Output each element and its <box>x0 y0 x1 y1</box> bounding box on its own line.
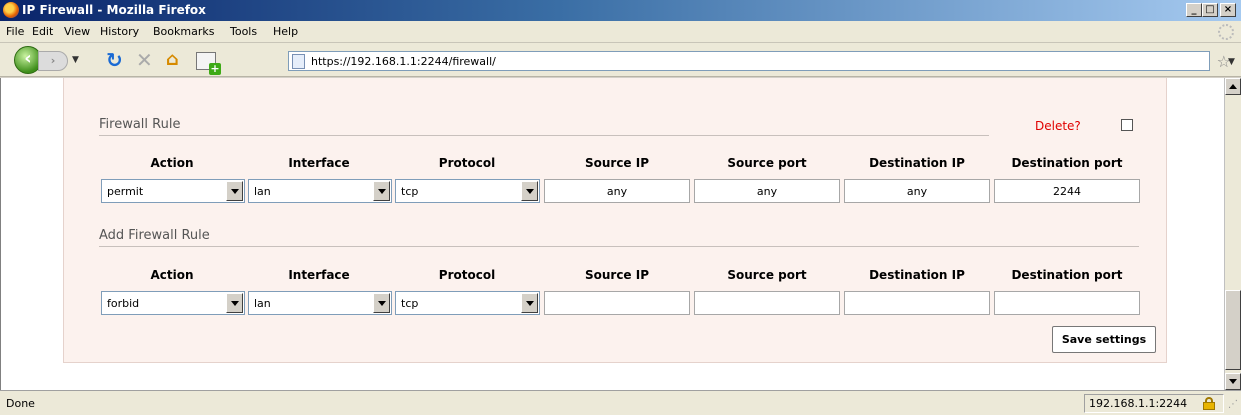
header-destination-ip: Destination IP <box>869 268 965 282</box>
reload-icon[interactable]: ↻ <box>106 50 123 70</box>
header-interface: Interface <box>288 156 350 170</box>
header-source-ip: Source IP <box>584 268 650 282</box>
header-destination-port: Destination port <box>1011 268 1123 282</box>
chevron-down-icon[interactable] <box>226 293 243 313</box>
chevron-down-icon[interactable] <box>521 181 538 201</box>
source-port-field[interactable] <box>694 179 840 203</box>
protocol-value: tcp <box>401 185 419 198</box>
action-value: permit <box>107 185 144 198</box>
menu-view[interactable]: View <box>64 25 90 38</box>
header-source-port: Source port <box>727 268 807 282</box>
security-panel: 192.168.1.1:2244 <box>1084 394 1224 413</box>
action-select[interactable]: permit <box>101 179 245 203</box>
history-dropdown-icon[interactable]: ▼ <box>72 55 79 65</box>
menu-edit[interactable]: Edit <box>32 25 53 38</box>
interface-value: lan <box>254 185 271 198</box>
new-tab-icon[interactable]: + <box>196 52 221 75</box>
add-destination-ip-field[interactable] <box>844 291 990 315</box>
lock-icon[interactable] <box>1203 397 1215 410</box>
header-action: Action <box>150 268 194 282</box>
address-bar[interactable]: ☆ <box>288 51 1231 71</box>
maximize-button[interactable]: □ <box>1202 3 1218 17</box>
stop-icon[interactable]: ✕ <box>136 50 153 70</box>
scroll-thumb[interactable] <box>1225 290 1241 370</box>
save-settings-button[interactable]: Save settings <box>1052 326 1156 353</box>
header-action: Action <box>150 156 194 170</box>
header-protocol: Protocol <box>438 268 496 282</box>
firefox-icon <box>3 2 19 18</box>
firewall-rule-title: Firewall Rule <box>99 117 181 132</box>
menu-file[interactable]: File <box>6 25 24 38</box>
add-source-port-field[interactable] <box>694 291 840 315</box>
url-input[interactable] <box>311 54 1191 69</box>
header-destination-ip: Destination IP <box>869 156 965 170</box>
minimize-button[interactable]: _ <box>1186 3 1202 17</box>
throbber-icon <box>1218 24 1234 40</box>
section-divider <box>99 135 989 136</box>
chevron-down-icon[interactable] <box>373 293 390 313</box>
page-icon <box>292 54 305 69</box>
scroll-down-icon[interactable] <box>1225 373 1241 390</box>
status-host: 192.168.1.1:2244 <box>1089 397 1188 410</box>
source-ip-field[interactable] <box>544 179 690 203</box>
add-destination-port-field[interactable] <box>994 291 1140 315</box>
destination-port-field[interactable] <box>994 179 1140 203</box>
delete-label: Delete? <box>1035 119 1081 133</box>
section-divider <box>99 246 1139 247</box>
header-source-ip: Source IP <box>584 156 650 170</box>
chevron-down-icon[interactable] <box>226 181 243 201</box>
close-button[interactable]: × <box>1220 3 1236 17</box>
vertical-scrollbar[interactable] <box>1224 78 1241 390</box>
header-source-port: Source port <box>727 156 807 170</box>
add-protocol-select[interactable]: tcp <box>395 291 540 315</box>
scroll-up-icon[interactable] <box>1225 78 1241 95</box>
chevron-down-icon[interactable] <box>521 293 538 313</box>
forward-button[interactable]: › <box>38 51 68 71</box>
add-firewall-rule-title: Add Firewall Rule <box>99 228 210 243</box>
title-bar: IP Firewall - Mozilla Firefox _ □ × <box>0 0 1241 21</box>
add-interface-select[interactable]: lan <box>248 291 392 315</box>
firewall-panel <box>63 78 1167 363</box>
status-bar: Done 192.168.1.1:2244 ⋰ <box>0 390 1241 415</box>
navigation-toolbar: ‹ › ▼ ↻ ✕ ⌂ + ☆ ▼ <box>0 43 1241 77</box>
protocol-select[interactable]: tcp <box>395 179 540 203</box>
status-text: Done <box>6 397 35 410</box>
page-viewport: Firewall Rule Delete? Action Interface P… <box>0 78 1224 390</box>
add-interface-value: lan <box>254 297 271 310</box>
resize-grip-icon[interactable]: ⋰ <box>1228 399 1238 410</box>
window-title: IP Firewall - Mozilla Firefox <box>22 3 206 17</box>
add-protocol-value: tcp <box>401 297 419 310</box>
menu-help[interactable]: Help <box>273 25 298 38</box>
interface-select[interactable]: lan <box>248 179 392 203</box>
menu-tools[interactable]: Tools <box>230 25 257 38</box>
header-destination-port: Destination port <box>1011 156 1123 170</box>
menu-bar: File Edit View History Bookmarks Tools H… <box>0 21 1241 43</box>
add-action-value: forbid <box>107 297 140 310</box>
url-dropdown-icon[interactable]: ▼ <box>1228 57 1235 67</box>
delete-checkbox[interactable] <box>1121 119 1133 131</box>
menu-history[interactable]: History <box>100 25 139 38</box>
menu-bookmarks[interactable]: Bookmarks <box>153 25 214 38</box>
add-source-ip-field[interactable] <box>544 291 690 315</box>
header-protocol: Protocol <box>438 156 496 170</box>
home-icon[interactable]: ⌂ <box>166 50 179 70</box>
destination-ip-field[interactable] <box>844 179 990 203</box>
add-action-select[interactable]: forbid <box>101 291 245 315</box>
header-interface: Interface <box>288 268 350 282</box>
chevron-down-icon[interactable] <box>373 181 390 201</box>
